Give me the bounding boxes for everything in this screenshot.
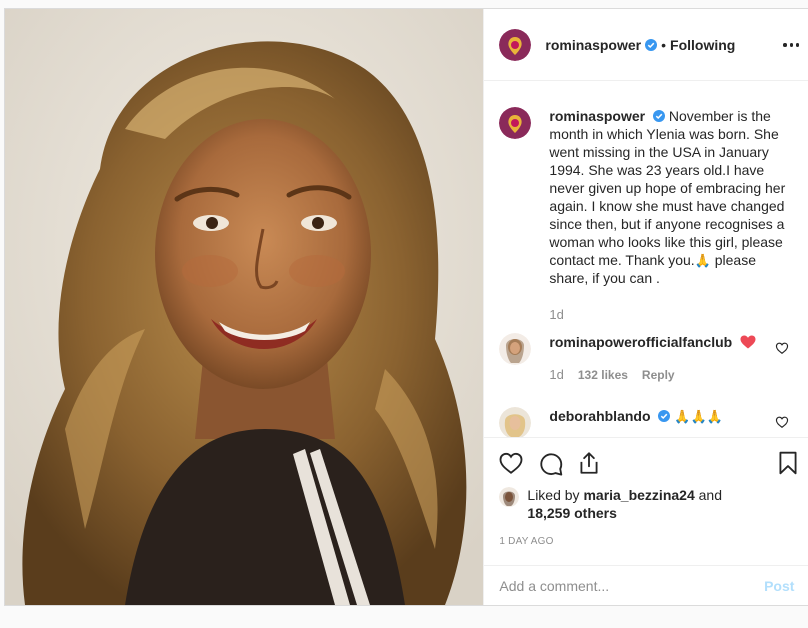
verified-badge-icon <box>645 38 658 51</box>
post-comment-button[interactable]: Post <box>764 578 794 594</box>
liked-by-summary: Liked by maria_bezzina24 and 18,259 othe… <box>499 486 722 522</box>
praying-hands-emoji: 🙏🙏🙏 <box>674 409 723 424</box>
post-photo[interactable] <box>5 9 484 605</box>
post-header: rominaspower • Following <box>484 9 808 81</box>
comment-body: rominapowerofficialfanclub <box>549 333 756 365</box>
liked-by-prefix: Liked by <box>527 487 584 503</box>
like-comment-heart-icon[interactable] <box>775 341 789 355</box>
caption-username[interactable]: rominaspower <box>549 108 645 124</box>
comments-list[interactable]: rominaspower November is the month in wh… <box>484 81 808 437</box>
post-sidebar: rominaspower • Following rominaspower No… <box>483 9 808 605</box>
post-actions: Liked by maria_bezzina24 and 18,259 othe… <box>484 437 808 565</box>
praying-hands-emoji: 🙏 <box>694 253 711 268</box>
liked-by-text: Liked by maria_bezzina24 and 18,259 othe… <box>527 486 722 522</box>
caption-text-1: November is the month in which Ylenia wa… <box>549 108 786 268</box>
comment-bubble-icon[interactable] <box>538 450 564 476</box>
share-arrow-icon[interactable] <box>576 450 602 476</box>
more-options-icon[interactable] <box>781 35 801 55</box>
comment-input[interactable]: Add a comment... <box>499 578 609 594</box>
like-comment-heart-icon[interactable] <box>775 415 789 429</box>
page-bottom-strip <box>0 606 808 628</box>
liker-username[interactable]: maria_bezzina24 <box>583 487 694 503</box>
commenter-avatar[interactable] <box>499 407 532 437</box>
save-bookmark-icon[interactable] <box>775 450 801 476</box>
comment-item: rominapowerofficialfanclub <box>499 333 756 365</box>
caption-body: rominaspower November is the month in wh… <box>549 107 789 287</box>
verified-badge-icon <box>658 410 671 422</box>
add-comment-bar: Add a comment... Post <box>484 565 808 605</box>
others-count[interactable]: 18,259 others <box>527 505 617 521</box>
post-container: rominaspower • Following rominaspower No… <box>4 8 808 606</box>
comment-time[interactable]: 1d <box>549 367 563 382</box>
post-timestamp[interactable]: 1 DAY AGO <box>499 536 553 547</box>
comment-meta: 1d 132 likes Reply <box>549 367 674 382</box>
comment-username[interactable]: rominapowerofficialfanclub <box>549 334 732 350</box>
comment-item: deborahblando 🙏🙏🙏 <box>499 407 723 437</box>
verified-badge-icon <box>653 110 665 122</box>
liker-avatar[interactable] <box>499 487 520 507</box>
commenter-avatar[interactable] <box>499 333 532 365</box>
caption-avatar[interactable] <box>499 107 532 139</box>
caption-meta: 1d <box>549 307 563 322</box>
portrait-image <box>5 9 484 605</box>
following-button[interactable]: Following <box>670 37 735 53</box>
comment-likes[interactable]: 132 likes <box>578 368 628 382</box>
liked-by-and: and <box>694 487 722 503</box>
author-username[interactable]: rominaspower <box>545 37 641 53</box>
caption: rominaspower November is the month in wh… <box>499 107 789 287</box>
red-heart-emoji-icon <box>740 335 756 349</box>
comment-username[interactable]: deborahblando <box>549 408 650 424</box>
author-avatar[interactable] <box>499 28 532 61</box>
separator-dot: • <box>661 36 667 53</box>
reply-button[interactable]: Reply <box>642 368 675 382</box>
like-heart-icon[interactable] <box>498 450 524 476</box>
caption-time[interactable]: 1d <box>549 307 563 322</box>
comment-body: deborahblando 🙏🙏🙏 <box>549 407 722 437</box>
